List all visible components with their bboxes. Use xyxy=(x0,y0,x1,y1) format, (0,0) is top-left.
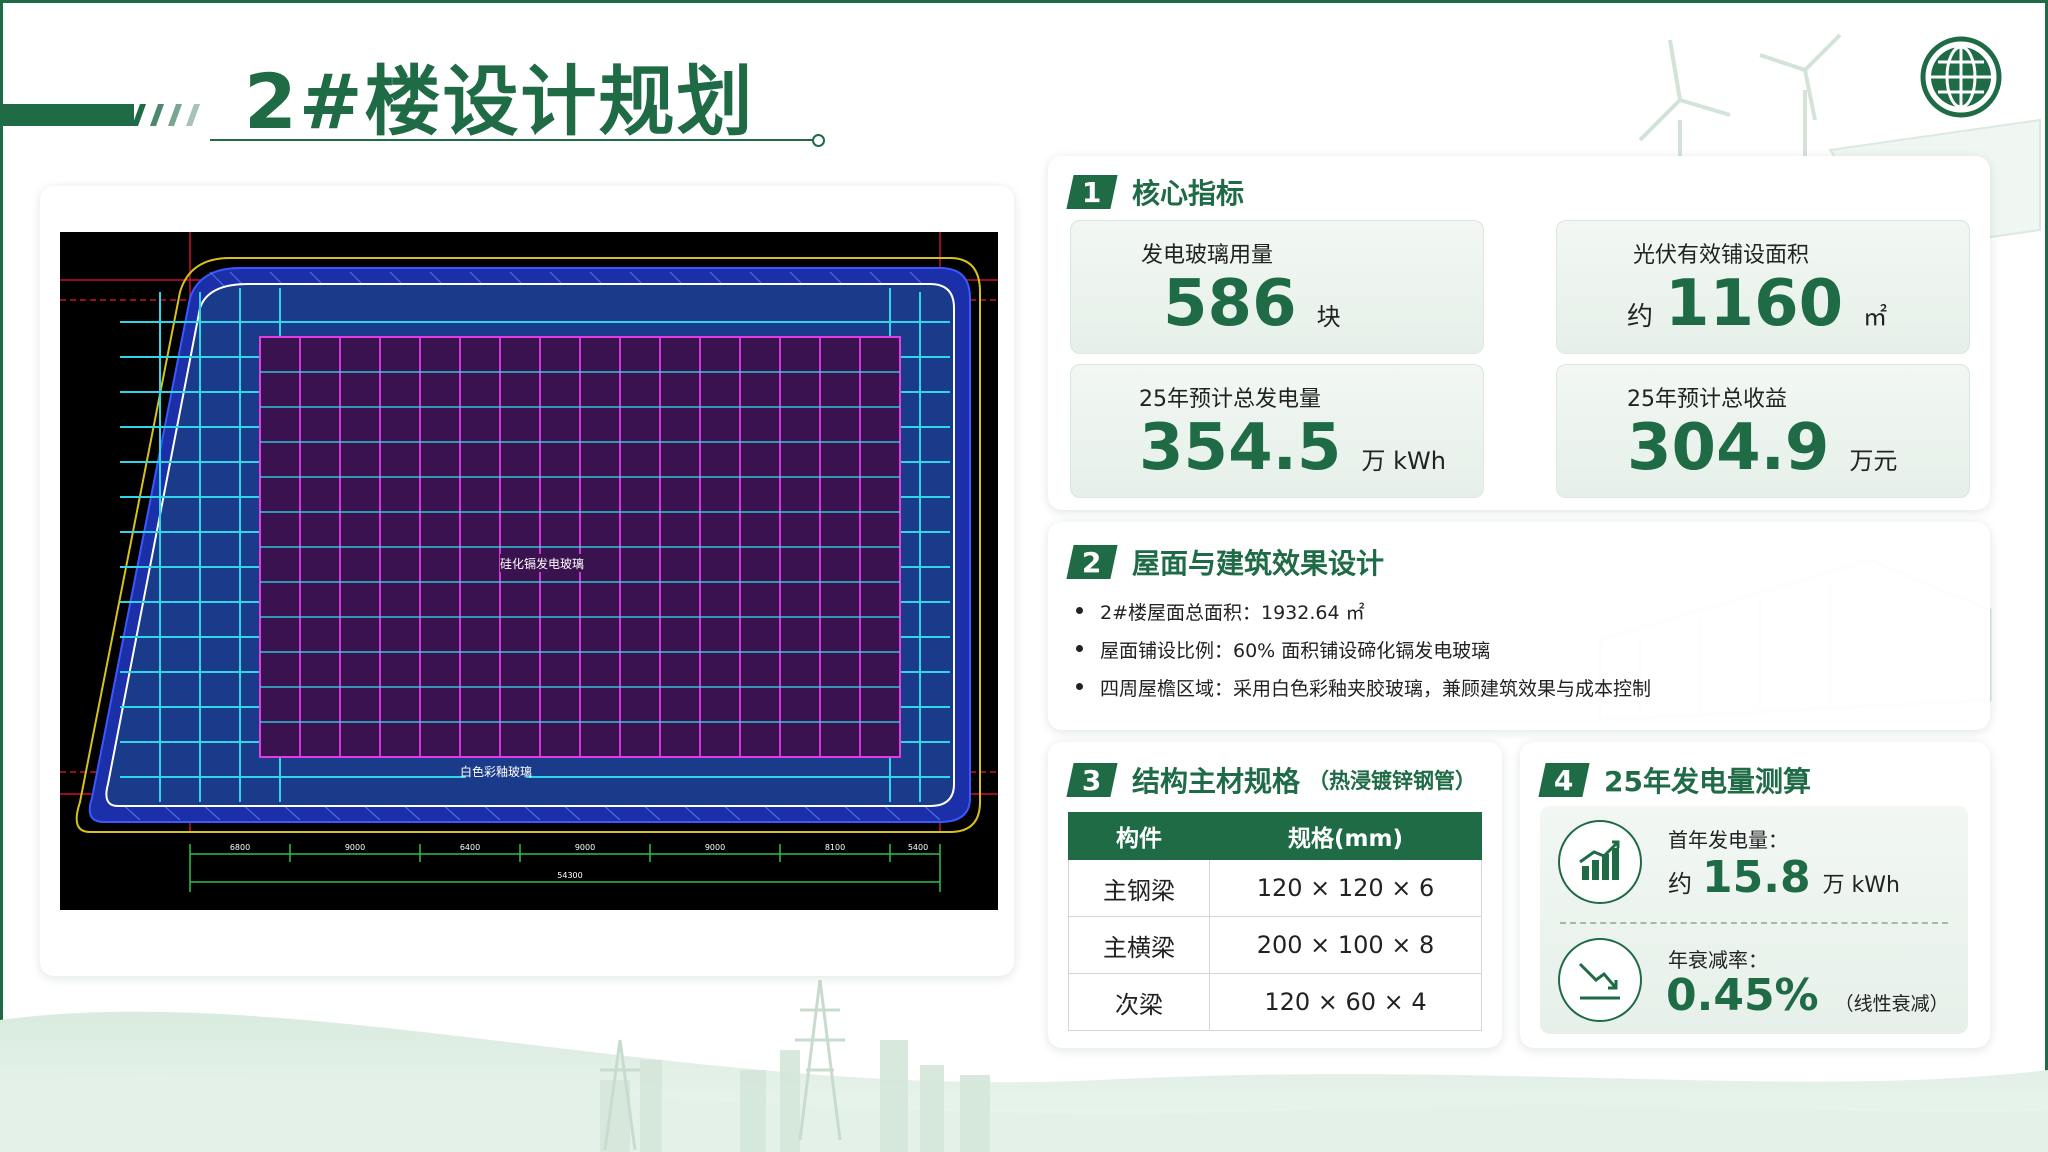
decay-label: 年衰减率： xyxy=(1668,948,1768,972)
metric-value: 586 xyxy=(1163,267,1297,341)
table-cell: 120 × 120 × 6 xyxy=(1209,859,1482,917)
section-1-title: 核心指标 xyxy=(1132,177,1245,210)
bar-chart-icon xyxy=(1558,820,1642,904)
company-logo-icon xyxy=(1920,36,2002,118)
metric-value: 304.9 xyxy=(1627,411,1830,485)
metric-unit: 块 xyxy=(1316,303,1341,331)
plan-label-edge: 白色彩釉玻璃 xyxy=(460,764,532,779)
roof-design-list: 2#楼屋面总面积：1932.64 ㎡ 屋面铺设比例：60% 面积铺设碲化镉发电玻… xyxy=(1076,598,1651,712)
metric-unit: 万元 xyxy=(1849,447,1898,475)
section-4-header: 4 25年发电量测算 xyxy=(1538,760,1811,800)
metric-25yr-revenue: 25年预计总收益 304.9 万元 xyxy=(1556,364,1970,498)
metric-value: 354.5 xyxy=(1139,411,1342,485)
plan-drawing-card: 硅化镉发电玻璃 白色彩釉玻璃 6800 9000 6400 9000 9000 … xyxy=(40,186,1014,976)
plan-dim-1: 6800 xyxy=(230,843,250,852)
list-item: 四周屋檐区域：采用白色彩釉夹胶玻璃，兼顾建筑效果与成本控制 xyxy=(1076,674,1651,701)
metric-unit: ㎡ xyxy=(1863,303,1888,331)
plan-dim-3: 6400 xyxy=(460,843,480,852)
section-2-header: 2 屋面与建筑效果设计 xyxy=(1066,542,1385,582)
table-row: 主钢梁 120 × 120 × 6 xyxy=(1068,859,1482,917)
list-item: 2#楼屋面总面积：1932.64 ㎡ xyxy=(1076,598,1651,625)
column-header: 规格(mm) xyxy=(1209,812,1482,860)
metric-glass-count: 发电玻璃用量 586 块 xyxy=(1070,220,1484,354)
plan-dim-2: 9000 xyxy=(345,843,365,852)
roof-design-card: 2 屋面与建筑效果设计 2#楼屋面总面积：1932.64 ㎡ 屋面铺设比例：60… xyxy=(1048,522,1990,730)
title-underline-dot xyxy=(812,134,825,147)
metric-25yr-generation: 25年预计总发电量 354.5 万 kWh xyxy=(1070,364,1484,498)
page-title: 2#楼设计规划 xyxy=(244,57,755,146)
table-header-row: 构件 规格(mm) xyxy=(1068,812,1482,860)
section-2-number: 2 xyxy=(1066,545,1118,579)
estimate-panel: 首年发电量： 约 15.8 万 kWh 年衰减率： 0.45% （线性衰减） xyxy=(1540,806,1968,1034)
table-cell: 200 × 100 × 8 xyxy=(1209,916,1482,974)
section-3-title: 结构主材规格 xyxy=(1132,765,1301,798)
decay-note: （线性衰减） xyxy=(1834,993,1949,1015)
section-4-title: 25年发电量测算 xyxy=(1604,765,1811,798)
section-2-title: 屋面与建筑效果设计 xyxy=(1132,547,1385,580)
first-year-value: 15.8 xyxy=(1702,852,1811,903)
list-item: 屋面铺设比例：60% 面积铺设碲化镉发电玻璃 xyxy=(1076,636,1651,663)
plan-label-glass: 硅化镉发电玻璃 xyxy=(500,556,584,571)
metric-label: 发电玻璃用量 xyxy=(1141,243,1274,268)
roof-plan-drawing: 硅化镉发电玻璃 白色彩釉玻璃 6800 9000 6400 9000 9000 … xyxy=(60,232,998,910)
generation-estimate-card: 4 25年发电量测算 首年发电量： 约 15.8 万 kWh 年衰减率： 0.4… xyxy=(1520,742,1990,1048)
trend-down-icon xyxy=(1558,938,1642,1022)
metric-label: 25年预计总发电量 xyxy=(1139,387,1321,412)
section-4-number: 4 xyxy=(1538,763,1590,797)
header-accent-bar xyxy=(0,104,134,126)
table-cell: 主横梁 xyxy=(1068,916,1210,974)
metric-label: 25年预计总收益 xyxy=(1627,387,1787,412)
decay-value: 0.45% xyxy=(1666,970,1819,1021)
plan-dim-6: 8100 xyxy=(825,843,845,852)
section-3-number: 3 xyxy=(1066,763,1118,797)
first-year-prefix: 约 xyxy=(1668,870,1692,898)
column-header: 构件 xyxy=(1068,812,1210,860)
first-year-unit: 万 kWh xyxy=(1822,873,1900,898)
header-stripes xyxy=(132,104,200,126)
table-row: 主横梁 200 × 100 × 8 xyxy=(1068,916,1482,974)
table-row: 次梁 120 × 60 × 4 xyxy=(1068,973,1482,1031)
plan-dim-total: 54300 xyxy=(557,871,582,880)
spec-table: 构件 规格(mm) 主钢梁 120 × 120 × 6 主横梁 200 × 10… xyxy=(1068,812,1482,1031)
metric-value: 1160 xyxy=(1665,267,1844,341)
metric-prefix: 约 xyxy=(1627,302,1654,332)
metric-label: 光伏有效铺设面积 xyxy=(1633,243,1810,268)
core-metrics-card: 1 核心指标 发电玻璃用量 586 块 光伏有效铺设面积 约 1160 ㎡ 25… xyxy=(1048,156,1990,510)
structure-spec-card: 3 结构主材规格 （热浸镀锌钢管） 构件 规格(mm) 主钢梁 120 × 12… xyxy=(1048,742,1502,1048)
title-underline xyxy=(210,139,814,141)
divider xyxy=(1560,922,1948,924)
plan-dim-5: 9000 xyxy=(705,843,725,852)
table-cell: 次梁 xyxy=(1068,973,1210,1031)
table-cell: 120 × 60 × 4 xyxy=(1209,973,1482,1031)
section-3-header: 3 结构主材规格 （热浸镀锌钢管） xyxy=(1066,760,1477,800)
first-year-label: 首年发电量： xyxy=(1668,828,1788,852)
section-3-subtitle: （热浸镀锌钢管） xyxy=(1308,769,1477,793)
section-1-header: 1 核心指标 xyxy=(1066,172,1245,212)
plan-dim-7: 5400 xyxy=(908,843,928,852)
section-1-number: 1 xyxy=(1066,175,1118,209)
plan-dim-4: 9000 xyxy=(575,843,595,852)
metric-unit: 万 kWh xyxy=(1361,447,1446,475)
metric-pv-area: 光伏有效铺设面积 约 1160 ㎡ xyxy=(1556,220,1970,354)
table-cell: 主钢梁 xyxy=(1068,859,1210,917)
